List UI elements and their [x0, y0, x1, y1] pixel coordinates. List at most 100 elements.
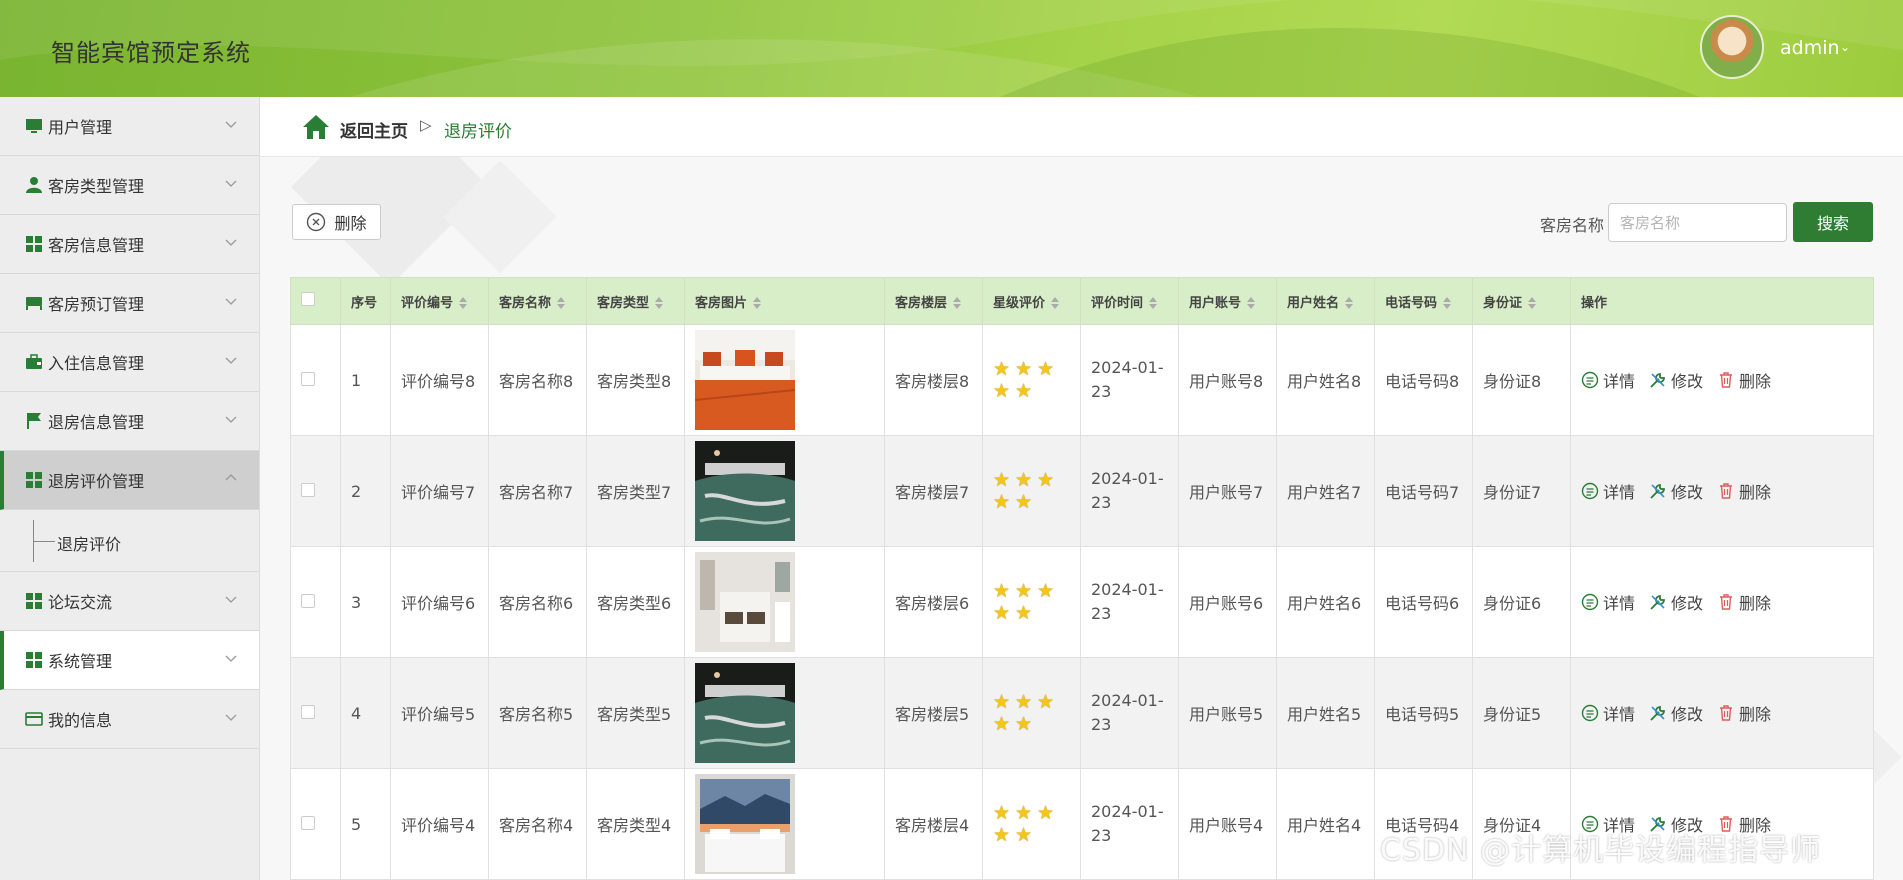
- column-header[interactable]: 客房名称: [488, 277, 587, 325]
- sort-icon[interactable]: [953, 297, 962, 309]
- cell-room-name: 客房名称4: [488, 768, 587, 880]
- cell-room-type: 客房类型8: [586, 324, 685, 436]
- cell-user-name: 用户姓名5: [1276, 657, 1375, 769]
- cell-room-image[interactable]: [684, 324, 885, 436]
- row-select[interactable]: [290, 435, 341, 547]
- detail-button[interactable]: 详情: [1581, 368, 1635, 392]
- star-icon: ★: [1015, 469, 1033, 491]
- sort-icon[interactable]: [1149, 297, 1158, 309]
- delete-button[interactable]: 删除: [1717, 479, 1771, 503]
- sidebar-item-checkout-review-management[interactable]: 退房评价管理: [0, 451, 259, 510]
- delete-button[interactable]: 删除: [1717, 590, 1771, 614]
- star-icon: ★: [1015, 824, 1033, 846]
- cell-room-image[interactable]: [684, 657, 885, 769]
- sort-icon[interactable]: [1051, 297, 1060, 309]
- column-header[interactable]: 评价编号: [390, 277, 489, 325]
- sidebar-item-label: 系统管理: [48, 652, 113, 671]
- sort-icon[interactable]: [1345, 297, 1354, 309]
- star-icon: ★: [993, 602, 1011, 624]
- checkbox[interactable]: [301, 815, 315, 830]
- edit-button[interactable]: 修改: [1649, 590, 1703, 614]
- sidebar-item-forum[interactable]: 论坛交流: [0, 572, 259, 631]
- checkbox[interactable]: [301, 704, 315, 719]
- detail-button[interactable]: 详情: [1581, 701, 1635, 725]
- data-table: 序号 评价编号 客房名称 客房类型 客房图片 客房楼层 星级评价 评价时间 用户…: [290, 277, 1874, 880]
- star-icon: ★: [993, 358, 1011, 380]
- row-select[interactable]: [290, 324, 341, 436]
- checkbox[interactable]: [301, 482, 315, 497]
- cell-room-image[interactable]: [684, 435, 885, 547]
- column-header: 操作: [1570, 277, 1874, 325]
- sidebar-item-label: 退房评价管理: [48, 472, 145, 491]
- column-header[interactable]: 客房楼层: [884, 277, 983, 325]
- sort-icon[interactable]: [1443, 297, 1452, 309]
- sidebar-item-room-info-management[interactable]: 客房信息管理: [0, 215, 259, 274]
- sort-icon[interactable]: [753, 297, 762, 309]
- cell-user-name: 用户姓名4: [1276, 768, 1375, 880]
- breadcrumb-home-link[interactable]: 返回主页: [340, 117, 408, 142]
- checkbox[interactable]: [301, 371, 315, 386]
- batch-delete-button[interactable]: 删除: [292, 204, 381, 240]
- header-select-all[interactable]: [290, 277, 341, 325]
- sort-icon[interactable]: [557, 297, 566, 309]
- cell-star-rating: ★ ★ ★ ★ ★: [982, 768, 1081, 880]
- column-header[interactable]: 评价时间: [1080, 277, 1179, 325]
- sort-icon[interactable]: [1528, 297, 1537, 309]
- column-header[interactable]: 用户账号: [1178, 277, 1277, 325]
- cell-phone: 电话号码7: [1374, 435, 1473, 547]
- sidebar-item-label: 退房信息管理: [48, 413, 145, 432]
- search-button[interactable]: 搜索: [1793, 202, 1873, 242]
- bed-icon: [24, 293, 44, 313]
- star-icon: ★: [993, 713, 1011, 735]
- column-header[interactable]: 星级评价: [982, 277, 1081, 325]
- row-select[interactable]: [290, 546, 341, 658]
- sidebar-item-checkin-management[interactable]: 入住信息管理: [0, 333, 259, 392]
- checkbox[interactable]: [301, 292, 315, 306]
- detail-button[interactable]: 详情: [1581, 590, 1635, 614]
- column-header[interactable]: 用户姓名: [1276, 277, 1375, 325]
- user-avatar[interactable]: [1700, 15, 1764, 79]
- cell-id-card: 身份证7: [1472, 435, 1571, 547]
- star-icon: ★: [1015, 380, 1033, 402]
- sort-icon[interactable]: [655, 297, 664, 309]
- sidebar-item-checkout-management[interactable]: 退房信息管理: [0, 392, 259, 451]
- user-name[interactable]: admin: [1780, 37, 1840, 59]
- sidebar-item-my-info[interactable]: 我的信息: [0, 690, 259, 749]
- delete-button[interactable]: 删除: [1717, 368, 1771, 392]
- star-rating: ★ ★ ★ ★ ★: [993, 580, 1059, 624]
- checkbox[interactable]: [301, 593, 315, 608]
- sort-icon[interactable]: [459, 297, 468, 309]
- delete-button[interactable]: 删除: [1717, 701, 1771, 725]
- row-select[interactable]: [290, 768, 341, 880]
- sidebar-subitem-checkout-review[interactable]: 退房评价: [0, 510, 259, 572]
- search-input[interactable]: [1608, 203, 1787, 242]
- edit-button[interactable]: 修改: [1649, 701, 1703, 725]
- chevron-down-icon: [225, 180, 237, 187]
- cell-room-floor: 客房楼层8: [884, 324, 983, 436]
- sidebar-item-label: 客房类型管理: [48, 177, 145, 196]
- sort-icon[interactable]: [1247, 297, 1256, 309]
- cell-room-image[interactable]: [684, 546, 885, 658]
- column-header[interactable]: 客房图片: [684, 277, 885, 325]
- edit-button[interactable]: 修改: [1649, 368, 1703, 392]
- home-icon[interactable]: [302, 114, 330, 140]
- sidebar-item-system-management[interactable]: 系统管理: [0, 631, 259, 690]
- column-header-label: 用户姓名: [1287, 295, 1340, 311]
- cell-room-image[interactable]: [684, 768, 885, 880]
- sidebar-item-room-type-management[interactable]: 客房类型管理: [0, 156, 259, 215]
- table-row: 4 评价编号5 客房名称5 客房类型5 客房楼层5 ★ ★ ★ ★ ★ 2024-01- 23 用户账号…: [290, 657, 1874, 769]
- cell-room-name: 客房名称5: [488, 657, 587, 769]
- edit-button[interactable]: 修改: [1649, 479, 1703, 503]
- sidebar-item-user-management[interactable]: 用户管理: [0, 97, 259, 156]
- column-header[interactable]: 电话号码: [1374, 277, 1473, 325]
- detail-button[interactable]: 详情: [1581, 479, 1635, 503]
- column-header[interactable]: 身份证: [1472, 277, 1571, 325]
- sidebar-item-booking-management[interactable]: 客房预订管理: [0, 274, 259, 333]
- cell-room-name: 客房名称7: [488, 435, 587, 547]
- cell-star-rating: ★ ★ ★ ★ ★: [982, 546, 1081, 658]
- star-icon: ★: [993, 491, 1011, 513]
- row-select[interactable]: [290, 657, 341, 769]
- cell-actions: 详情 修改 删除: [1570, 657, 1874, 769]
- chevron-down-icon[interactable]: ⌄: [1840, 40, 1850, 54]
- column-header[interactable]: 客房类型: [586, 277, 685, 325]
